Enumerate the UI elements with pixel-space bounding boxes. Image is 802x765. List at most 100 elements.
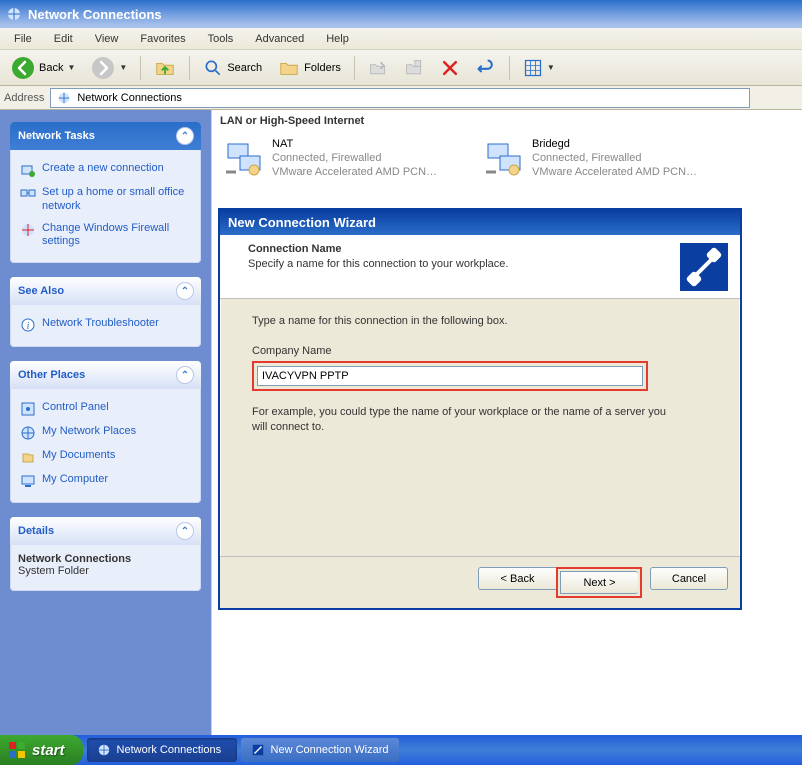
move-to-button[interactable] bbox=[363, 54, 393, 82]
search-label: Search bbox=[227, 62, 262, 74]
undo-button[interactable] bbox=[471, 54, 501, 82]
new-connection-wizard-dialog: New Connection Wizard Connection Name Sp… bbox=[218, 208, 742, 610]
company-name-input[interactable] bbox=[257, 366, 643, 386]
wizard-instruction: Type a name for this connection in the f… bbox=[252, 315, 708, 327]
link-label: Network Troubleshooter bbox=[42, 317, 159, 331]
connection-item-nat[interactable]: NAT Connected, Firewalled VMware Acceler… bbox=[224, 138, 454, 179]
details-panel: Details ⌃ Network Connections System Fol… bbox=[10, 517, 201, 591]
link-my-computer[interactable]: My Computer bbox=[18, 469, 193, 493]
address-bar: Address Network Connections bbox=[0, 86, 802, 110]
menu-advanced[interactable]: Advanced bbox=[245, 30, 314, 48]
network-adapter-icon bbox=[224, 138, 264, 178]
firewall-icon bbox=[20, 222, 36, 238]
wizard-next-highlight: Next > bbox=[556, 567, 642, 598]
copy-to-button[interactable] bbox=[399, 54, 429, 82]
taskbar-item-label: New Connection Wizard bbox=[271, 744, 389, 756]
task-firewall-settings[interactable]: Change Windows Firewall settings bbox=[18, 218, 193, 254]
taskbar-item-label: Network Connections bbox=[117, 744, 222, 756]
link-label: Control Panel bbox=[42, 401, 109, 415]
section-heading-lan: LAN or High-Speed Internet bbox=[212, 110, 802, 132]
menu-favorites[interactable]: Favorites bbox=[130, 30, 195, 48]
wizard-titlebar: New Connection Wizard bbox=[220, 210, 740, 235]
see-also-panel: See Also ⌃ i Network Troubleshooter bbox=[10, 277, 201, 347]
connection-list: NAT Connected, Firewalled VMware Acceler… bbox=[212, 132, 802, 191]
link-my-documents[interactable]: My Documents bbox=[18, 445, 193, 469]
menu-file[interactable]: File bbox=[4, 30, 42, 48]
wizard-connection-icon bbox=[680, 243, 728, 291]
toolbar-separator bbox=[140, 56, 141, 80]
dropdown-arrow-icon: ▼ bbox=[67, 63, 75, 72]
task-create-connection[interactable]: Create a new connection bbox=[18, 158, 193, 182]
documents-icon bbox=[20, 449, 36, 465]
connection-status: Connected, Firewalled bbox=[532, 152, 714, 166]
panel-header-network-tasks[interactable]: Network Tasks ⌃ bbox=[10, 122, 201, 150]
task-label: Create a new connection bbox=[42, 162, 164, 176]
link-label: My Documents bbox=[42, 449, 115, 463]
tasks-sidebar: Network Tasks ⌃ Create a new connection … bbox=[0, 110, 211, 735]
wizard-back-button[interactable]: < Back bbox=[478, 567, 556, 590]
search-button[interactable]: Search bbox=[198, 54, 267, 82]
dropdown-arrow-icon: ▼ bbox=[547, 63, 555, 72]
wizard-cancel-button[interactable]: Cancel bbox=[650, 567, 728, 590]
main-area: Network Tasks ⌃ Create a new connection … bbox=[0, 110, 802, 735]
menu-view[interactable]: View bbox=[85, 30, 129, 48]
content-area: LAN or High-Speed Internet NAT Connected… bbox=[211, 110, 802, 735]
info-icon: i bbox=[20, 317, 36, 333]
link-control-panel[interactable]: Control Panel bbox=[18, 397, 193, 421]
panel-header-other-places[interactable]: Other Places ⌃ bbox=[10, 361, 201, 389]
panel-header-see-also[interactable]: See Also ⌃ bbox=[10, 277, 201, 305]
dropdown-arrow-icon: ▼ bbox=[119, 63, 127, 72]
wizard-heading: Connection Name bbox=[248, 243, 668, 255]
wizard-footer: < Back Next > Cancel bbox=[220, 556, 740, 608]
standard-toolbar: Back ▼ ▼ Search Folders bbox=[0, 50, 802, 86]
connection-device: VMware Accelerated AMD PCN… bbox=[532, 166, 714, 180]
up-button[interactable] bbox=[149, 53, 181, 83]
collapse-icon: ⌃ bbox=[177, 367, 193, 383]
folders-button[interactable]: Folders bbox=[273, 53, 346, 83]
back-button[interactable]: Back ▼ bbox=[6, 52, 80, 84]
start-button[interactable]: start bbox=[0, 735, 83, 765]
wizard-next-button[interactable]: Next > bbox=[560, 571, 638, 594]
connection-device: VMware Accelerated AMD PCN… bbox=[272, 166, 454, 180]
taskbar-item-new-connection-wizard[interactable]: New Connection Wizard bbox=[241, 738, 399, 762]
forward-button[interactable]: ▼ bbox=[86, 52, 132, 84]
home-network-icon bbox=[20, 186, 36, 202]
search-icon bbox=[203, 58, 223, 78]
views-button[interactable]: ▼ bbox=[518, 54, 560, 82]
start-label: start bbox=[32, 742, 65, 759]
task-label: Set up a home or small office network bbox=[42, 186, 191, 214]
connection-item-bridged[interactable]: Bridegd Connected, Firewalled VMware Acc… bbox=[484, 138, 714, 179]
menu-tools[interactable]: Tools bbox=[198, 30, 244, 48]
folders-icon bbox=[278, 57, 300, 79]
menu-help[interactable]: Help bbox=[316, 30, 359, 48]
network-places-icon bbox=[20, 425, 36, 441]
menu-bar: File Edit View Favorites Tools Advanced … bbox=[0, 28, 802, 50]
move-to-icon bbox=[368, 58, 388, 78]
panel-title: Other Places bbox=[18, 369, 85, 381]
back-icon bbox=[11, 56, 35, 80]
wizard-hint: For example, you could type the name of … bbox=[252, 405, 672, 436]
wizard-header: Connection Name Specify a name for this … bbox=[220, 235, 740, 299]
company-name-label: Company Name bbox=[252, 345, 708, 357]
panel-title: Details bbox=[18, 525, 54, 537]
toolbar-separator bbox=[189, 56, 190, 80]
forward-icon bbox=[91, 56, 115, 80]
link-my-network-places[interactable]: My Network Places bbox=[18, 421, 193, 445]
panel-header-details[interactable]: Details ⌃ bbox=[10, 517, 201, 545]
menu-edit[interactable]: Edit bbox=[44, 30, 83, 48]
link-network-troubleshooter[interactable]: i Network Troubleshooter bbox=[18, 313, 193, 337]
window-title: Network Connections bbox=[28, 7, 162, 22]
wizard-icon bbox=[251, 743, 265, 757]
address-field[interactable]: Network Connections bbox=[50, 88, 750, 108]
wizard-body: Type a name for this connection in the f… bbox=[220, 299, 740, 556]
collapse-icon: ⌃ bbox=[177, 523, 193, 539]
details-type: System Folder bbox=[18, 565, 193, 577]
network-connections-icon bbox=[6, 6, 22, 22]
delete-button[interactable] bbox=[435, 54, 465, 82]
toolbar-separator bbox=[354, 56, 355, 80]
panel-title: Network Tasks bbox=[18, 130, 95, 142]
task-setup-home-network[interactable]: Set up a home or small office network bbox=[18, 182, 193, 218]
address-value: Network Connections bbox=[77, 92, 182, 104]
taskbar-item-network-connections[interactable]: Network Connections bbox=[87, 738, 237, 762]
copy-to-icon bbox=[404, 58, 424, 78]
